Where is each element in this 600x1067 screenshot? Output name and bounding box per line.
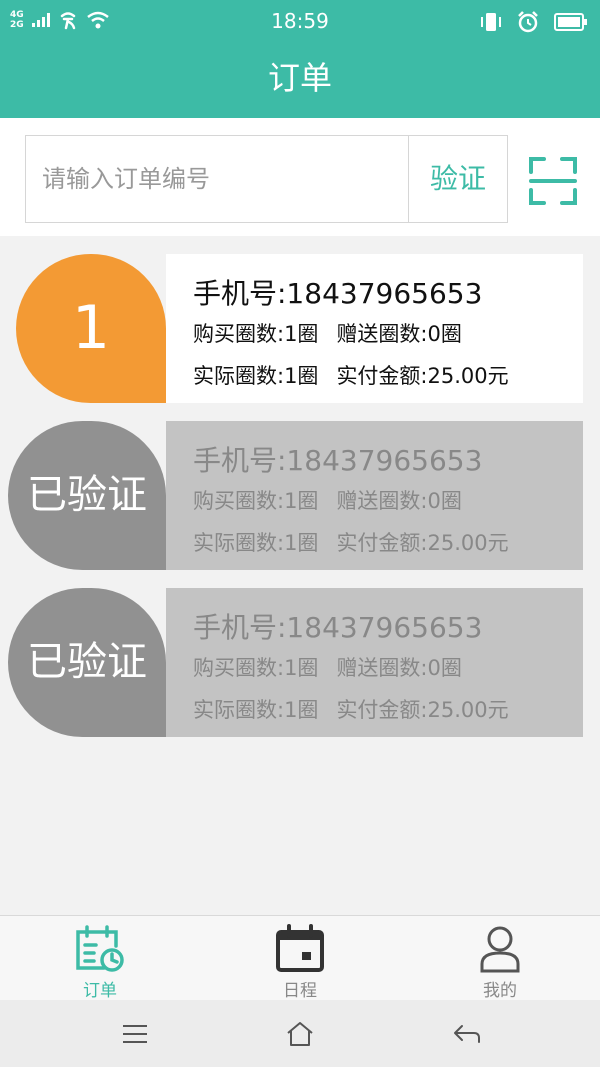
order-actual: 实际圈数:1圈 bbox=[193, 364, 319, 388]
vibrate-icon bbox=[481, 13, 501, 31]
order-card[interactable]: 已验证 手机号:18437965653 购买圈数:1圈 赠送圈数:0圈 实际圈数:… bbox=[8, 421, 583, 570]
order-phone: 手机号:18437965653 bbox=[193, 611, 483, 644]
verified-badge: 已验证 bbox=[8, 421, 166, 570]
order-actual: 实际圈数:1圈 bbox=[193, 531, 319, 555]
order-amounts: 实际圈数:1圈 实付金额:25.00元 bbox=[193, 360, 509, 390]
order-gift: 赠送圈数:0圈 bbox=[336, 656, 462, 680]
system-nav-bar bbox=[0, 1000, 600, 1067]
scan-icon[interactable] bbox=[528, 156, 578, 206]
order-badge: 1 bbox=[16, 254, 166, 403]
order-amounts: 实际圈数:1圈 实付金额:25.00元 bbox=[193, 527, 509, 557]
order-bought: 购买圈数:1圈 bbox=[193, 656, 319, 680]
status-right bbox=[480, 10, 588, 34]
status-bar: 4G 2G 18:59 bbox=[0, 0, 600, 44]
calendar-icon bbox=[276, 924, 324, 972]
order-gift: 赠送圈数:0圈 bbox=[336, 489, 462, 513]
order-calendar-icon bbox=[76, 925, 124, 972]
order-gift: 赠送圈数:0圈 bbox=[336, 322, 462, 346]
page-title: 订单 bbox=[0, 44, 600, 118]
tab-bar: 订单 日程 我的 bbox=[0, 915, 600, 1001]
order-actual: 实际圈数:1圈 bbox=[193, 698, 319, 722]
order-quantities: 购买圈数:1圈 赠送圈数:0圈 bbox=[193, 652, 462, 682]
order-phone: 手机号:18437965653 bbox=[193, 277, 483, 310]
tab-orders[interactable]: 订单 bbox=[40, 924, 160, 1001]
order-quantities: 购买圈数:1圈 赠送圈数:0圈 bbox=[193, 318, 462, 348]
order-bought: 购买圈数:1圈 bbox=[193, 322, 319, 346]
verified-badge: 已验证 bbox=[8, 588, 166, 737]
menu-icon[interactable] bbox=[120, 1020, 150, 1048]
order-number-input[interactable]: 请输入订单编号 bbox=[25, 135, 408, 223]
user-icon bbox=[480, 926, 520, 973]
tab-orders-label: 订单 bbox=[83, 981, 117, 1001]
tab-schedule-label: 日程 bbox=[283, 981, 317, 1001]
order-quantities: 购买圈数:1圈 赠送圈数:0圈 bbox=[193, 485, 462, 515]
alarm-icon bbox=[518, 11, 538, 33]
home-icon[interactable] bbox=[285, 1020, 315, 1048]
battery-icon bbox=[554, 13, 587, 31]
order-phone: 手机号:18437965653 bbox=[193, 444, 483, 477]
search-area: 请输入订单编号 验证 bbox=[0, 118, 600, 236]
tab-profile-label: 我的 bbox=[483, 981, 517, 1001]
order-amounts: 实际圈数:1圈 实付金额:25.00元 bbox=[193, 694, 509, 724]
back-icon[interactable] bbox=[452, 1020, 482, 1048]
order-card[interactable]: 已验证 手机号:18437965653 购买圈数:1圈 赠送圈数:0圈 实际圈数:… bbox=[8, 588, 583, 737]
order-bought: 购买圈数:1圈 bbox=[193, 489, 319, 513]
tab-schedule[interactable]: 日程 bbox=[240, 924, 360, 1001]
order-paid: 实付金额:25.00元 bbox=[336, 698, 509, 722]
verify-button[interactable]: 验证 bbox=[408, 135, 508, 223]
order-card[interactable]: 1 手机号:18437965653 购买圈数:1圈 赠送圈数:0圈 实际圈数:1圈… bbox=[16, 254, 583, 403]
tab-profile[interactable]: 我的 bbox=[440, 924, 560, 1001]
order-paid: 实付金额:25.00元 bbox=[336, 531, 509, 555]
order-paid: 实付金额:25.00元 bbox=[336, 364, 509, 388]
